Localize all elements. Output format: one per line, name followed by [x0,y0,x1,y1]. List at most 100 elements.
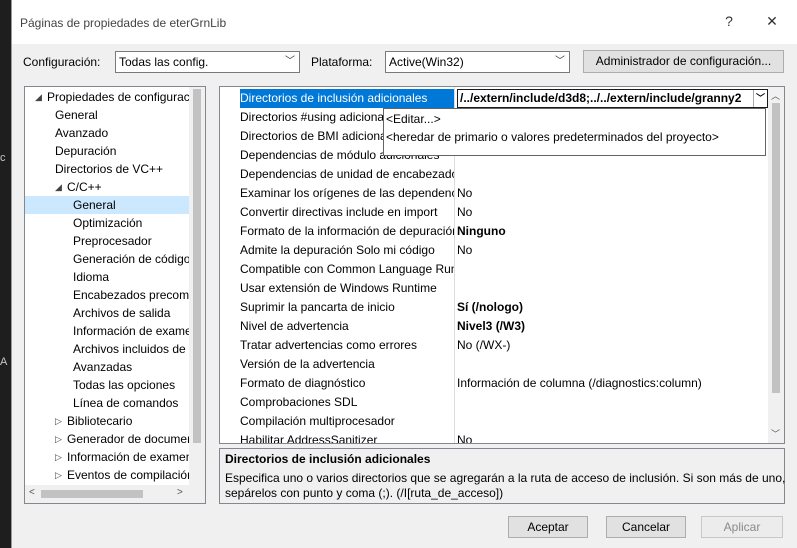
property-value[interactable]: Nivel3 (/W3) [457,317,768,336]
tree-item[interactable]: Avanzadas [25,358,189,376]
property-value[interactable] [457,412,768,431]
property-value[interactable]: Ninguno [457,222,768,241]
accept-button[interactable]: Aceptar [508,516,588,538]
property-row[interactable]: Formato de la información de depuración N… [220,222,768,241]
property-row[interactable]: Habilitar AddressSanitizer No [220,431,768,444]
expanded-arrow-icon[interactable]: ◢ [35,88,42,106]
tree-vertical-scrollbar[interactable] [189,87,205,485]
scroll-down-icon[interactable]: ﹀ [771,427,780,440]
property-value-text: Ninguno [457,224,506,238]
config-manager-button[interactable]: Administrador de configuración... [583,50,784,73]
dropdown-option-inherit[interactable]: <heredar de primario o valores predeterm… [386,128,719,146]
property-row[interactable]: Compatible con Common Language Runtime [220,260,768,279]
property-row[interactable]: Versión de la advertencia [220,355,768,374]
property-row[interactable]: Directorios de inclusión adicionales /../… [220,89,768,108]
tree-item[interactable]: Avanzado [25,124,189,142]
tree-item[interactable]: Todas las opciones [25,376,189,394]
tree-hscroll-thumb[interactable] [41,490,143,498]
property-row[interactable]: Dependencias de unidad de encabezado adi… [220,165,768,184]
property-value-text: No [457,243,473,257]
property-name: Compatible con Common Language Runtime [240,262,454,276]
property-name: Nivel de advertencia [240,319,349,333]
tree-item[interactable]: ▷ Bibliotecario [25,412,189,430]
collapsed-arrow-icon[interactable]: ▷ [55,412,62,430]
tree-item[interactable]: ▷ Generador de documentos XML [25,430,189,448]
property-row[interactable]: Nivel de advertencia Nivel3 (/W3) [220,317,768,336]
property-value[interactable]: No [457,241,768,260]
window-title: Páginas de propiedades de eterGrnLib [20,16,227,30]
grid-vertical-scrollbar[interactable]: ︿ ﹀ [768,87,784,443]
property-value-text: Nivel3 (/W3) [457,319,526,333]
collapsed-arrow-icon[interactable]: ▷ [55,466,62,484]
tree-item-label: Propiedades de configuración [47,90,189,104]
tree-item[interactable]: Directorios de VC++ [25,160,189,178]
tree-item[interactable]: Optimización [25,214,189,232]
cancel-button[interactable]: Cancelar [606,516,686,538]
tree-item[interactable]: Línea de comandos [25,394,189,412]
tree-item[interactable]: ▷ Eventos de compilación [25,466,189,484]
property-value[interactable]: No [457,203,768,222]
property-row[interactable]: Examinar los orígenes de las dependencia… [220,184,768,203]
property-name: Versión de la advertencia [240,357,375,371]
expanded-arrow-icon[interactable]: ◢ [55,178,62,196]
property-row[interactable]: Usar extensión de Windows Runtime [220,279,768,298]
property-value[interactable]: No (/WX-) [457,336,768,355]
tree-scroll-thumb[interactable] [193,89,201,443]
property-row[interactable]: Tratar advertencias como errores No (/WX-… [220,336,768,355]
chevron-down-icon[interactable]: ﹀ [753,90,767,107]
value-dropdown-list: <Editar...> <heredar de primario o valor… [383,108,766,156]
tree-item[interactable]: Encabezados precompilados [25,286,189,304]
property-row[interactable]: Suprimir la pancarta de inicio Sí (/nolog… [220,298,768,317]
property-value[interactable] [457,279,768,298]
property-row[interactable]: Formato de diagnóstico Información de col… [220,374,768,393]
property-name: Suprimir la pancarta de inicio [240,300,395,314]
tree-item[interactable]: General [25,196,189,214]
tree-horizontal-scrollbar[interactable]: < > [25,485,205,503]
property-row[interactable]: Convertir directivas include en import No [220,203,768,222]
close-button[interactable]: ✕ [762,13,782,30]
tree-item[interactable]: Generación de código [25,250,189,268]
property-pages-dialog: Páginas de propiedades de eterGrnLib ? ✕… [11,0,797,548]
property-value[interactable] [457,260,768,279]
property-value[interactable]: /../extern/include/d3d8;../../extern/inc… [457,89,768,108]
tree-item[interactable]: Preprocesador [25,232,189,250]
collapsed-arrow-icon[interactable]: ▷ [55,430,62,448]
property-value-text: No (/WX-) [457,338,511,352]
property-row[interactable]: Admite la depuración Solo mi código No [220,241,768,260]
dropdown-option-edit[interactable]: <Editar...> [386,110,441,128]
grid-scroll-thumb[interactable] [772,103,780,393]
platform-select[interactable]: Active(Win32) ﹀ [385,51,570,73]
property-name: Formato de diagnóstico [240,376,366,390]
property-row[interactable]: Compilación multiprocesador [220,412,768,431]
tree-item[interactable]: Idioma [25,268,189,286]
property-value[interactable]: Información de columna (/diagnostics:col… [457,374,768,393]
tree-item-label: General [73,198,116,212]
property-value[interactable] [457,393,768,412]
property-value-text: Sí (/nologo) [457,300,523,314]
property-value[interactable]: Sí (/nologo) [457,298,768,317]
tree-item[interactable]: General [25,106,189,124]
scroll-right-icon[interactable]: > [177,487,183,498]
property-value[interactable] [457,165,768,184]
property-name: Habilitar AddressSanitizer [240,433,378,444]
scroll-left-icon[interactable]: < [29,487,35,498]
tree-item-label: Depuración [55,144,117,158]
scroll-up-icon[interactable]: ︿ [771,89,780,102]
collapsed-arrow-icon[interactable]: ▷ [55,448,62,466]
apply-button[interactable]: Aplicar [701,516,783,538]
property-value[interactable]: No [457,184,768,203]
tree-item[interactable]: Depuración [25,142,189,160]
property-row[interactable]: Comprobaciones SDL [220,393,768,412]
property-value[interactable] [457,355,768,374]
tree-item[interactable]: Información de examen [25,322,189,340]
tree-item[interactable]: ◢ C/C++ [25,178,189,196]
config-select[interactable]: Todas las config. ﹀ [115,51,300,73]
tree-item[interactable]: ◢ Propiedades de configuración [25,88,189,106]
tree-item[interactable]: ▷ Información de examen [25,448,189,466]
property-name: Compilación multiprocesador [240,414,395,428]
property-name: Formato de la información de depuración [240,224,454,238]
tree-item[interactable]: Archivos incluidos de origen [25,340,189,358]
help-button[interactable]: ? [719,13,739,29]
property-value[interactable]: No [457,431,768,443]
tree-item[interactable]: Archivos de salida [25,304,189,322]
